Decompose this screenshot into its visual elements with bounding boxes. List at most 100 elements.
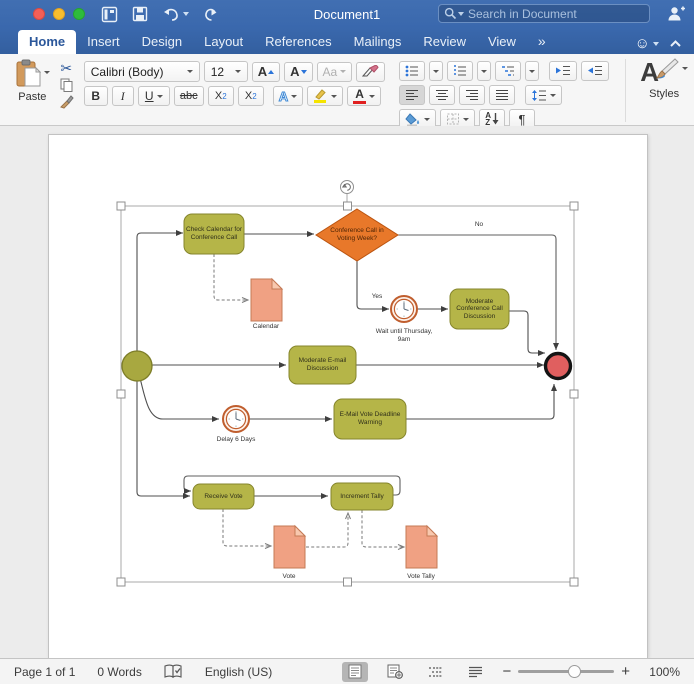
save-icon[interactable] [132,6,148,22]
clear-formatting-button[interactable] [356,61,386,82]
task-moderate-conference-label: Moderate Conference Call Discussion [456,297,503,320]
line-spacing-caret[interactable] [550,93,557,97]
new-document-icon[interactable] [101,6,118,23]
search-scope-caret[interactable] [458,11,464,16]
decrease-indent-icon [556,66,571,75]
undo-dropdown-caret[interactable] [183,12,189,16]
font-color-caret[interactable] [369,94,376,98]
bullets-button[interactable] [399,61,426,81]
shrink-font-button[interactable]: A [284,61,313,82]
paste-dropdown-caret[interactable] [43,71,50,74]
highlight-caret[interactable] [331,94,338,98]
tab-design[interactable]: Design [131,30,193,54]
shading-caret[interactable] [424,117,431,121]
decrease-indent-button[interactable] [549,61,578,81]
strikethrough-button[interactable]: abc [173,86,204,106]
superscript-button[interactable]: X2 [237,86,264,106]
zoom-level[interactable]: 100% [644,665,680,679]
tab-layout[interactable]: Layout [193,30,254,54]
timer-wait-until[interactable] [390,295,418,323]
language-indicator[interactable]: English (US) [205,665,272,679]
bold-button[interactable]: B [83,86,108,106]
zoom-window-button[interactable] [73,8,85,20]
format-painter-icon[interactable] [59,95,74,109]
tab-mailings[interactable]: Mailings [343,30,413,54]
tab-overflow-chevron[interactable]: » [527,29,556,54]
highlighter-icon [314,89,327,103]
outline-view-icon [428,666,442,677]
minimize-window-button[interactable] [53,8,65,20]
web-layout-icon [387,664,404,679]
zoom-slider-knob[interactable] [568,665,582,678]
highlight-button[interactable] [307,86,344,106]
doc-vote-tally[interactable] [405,524,439,569]
outline-view-button[interactable] [422,662,448,682]
font-size-select[interactable]: 12 [203,61,248,82]
task-check-calendar-label: Check Calendar for Conference Call [186,226,242,241]
doc-calendar[interactable] [250,277,284,322]
italic-button[interactable]: I [111,86,134,106]
search-input[interactable] [468,6,628,21]
doc-vote[interactable] [273,524,307,569]
styles-brush-icon [655,58,679,79]
zoom-slider[interactable] [518,665,615,678]
subscript-button[interactable]: X2 [207,86,234,106]
zoom-out-button[interactable]: − [502,663,511,680]
line-spacing-button[interactable] [525,85,563,105]
multilevel-list-button[interactable] [495,61,522,81]
bpmn-diagram[interactable] [49,135,649,659]
document-canvas[interactable]: Check Calendar for Conference Call Confe… [0,126,694,658]
timer-delay-label: Delay 6 Days [216,436,256,444]
change-case-button[interactable]: Aa [316,61,353,82]
start-event[interactable] [121,350,153,382]
numbering-caret[interactable] [477,61,492,81]
grow-font-button[interactable]: A [251,61,281,82]
tab-home[interactable]: Home [18,30,77,54]
font-name-select[interactable]: Calibri (Body) [83,61,200,82]
underline-caret[interactable] [156,94,163,98]
draft-view-button[interactable] [462,662,488,682]
search-box[interactable] [438,4,650,23]
close-window-button[interactable] [33,8,45,20]
cut-icon[interactable]: ✂ [60,61,72,75]
undo-button[interactable] [162,7,189,22]
underline-button[interactable]: U [137,86,170,106]
text-effects-caret[interactable] [291,94,298,98]
sort-az-icon: AZ [485,110,491,127]
justify-button[interactable] [489,85,516,105]
styles-button[interactable]: A [640,58,688,85]
tab-references[interactable]: References [254,30,342,54]
zoom-in-button[interactable]: + [621,663,630,680]
text-effects-button[interactable]: A [272,86,304,106]
share-icon[interactable] [667,5,686,22]
borders-caret[interactable] [463,117,470,121]
align-left-button[interactable] [399,85,426,105]
redo-icon[interactable] [203,7,218,22]
multilevel-caret[interactable] [525,61,540,81]
collapse-ribbon-icon[interactable] [669,39,682,48]
web-layout-view-button[interactable] [382,662,408,682]
timer-delay[interactable] [222,405,250,433]
bullets-caret[interactable] [429,61,444,81]
print-layout-view-button[interactable] [342,661,369,682]
feedback-smiley-button[interactable]: ☺ [635,36,659,51]
word-count[interactable]: 0 Words [97,665,141,679]
print-layout-icon [348,664,362,679]
styles-caret[interactable] [682,67,688,70]
numbering-button[interactable] [447,61,474,81]
paste-button[interactable] [15,59,50,89]
align-center-button[interactable] [429,85,456,105]
page-count[interactable]: Page 1 of 1 [14,665,75,679]
font-color-button[interactable]: A [347,86,382,106]
tab-insert[interactable]: Insert [76,30,131,54]
ribbon: Paste ✂ Calibri (Body) 12 A A Aa B I U a… [0,54,694,129]
align-right-button[interactable] [459,85,486,105]
bullet-list-icon [405,65,419,77]
tab-view[interactable]: View [477,30,527,54]
document-page[interactable]: Check Calendar for Conference Call Confe… [48,134,648,658]
end-event[interactable] [543,351,573,381]
copy-icon[interactable] [60,78,73,92]
increase-indent-button[interactable] [581,61,610,81]
proofing-icon[interactable] [164,664,183,679]
tab-review[interactable]: Review [412,30,477,54]
